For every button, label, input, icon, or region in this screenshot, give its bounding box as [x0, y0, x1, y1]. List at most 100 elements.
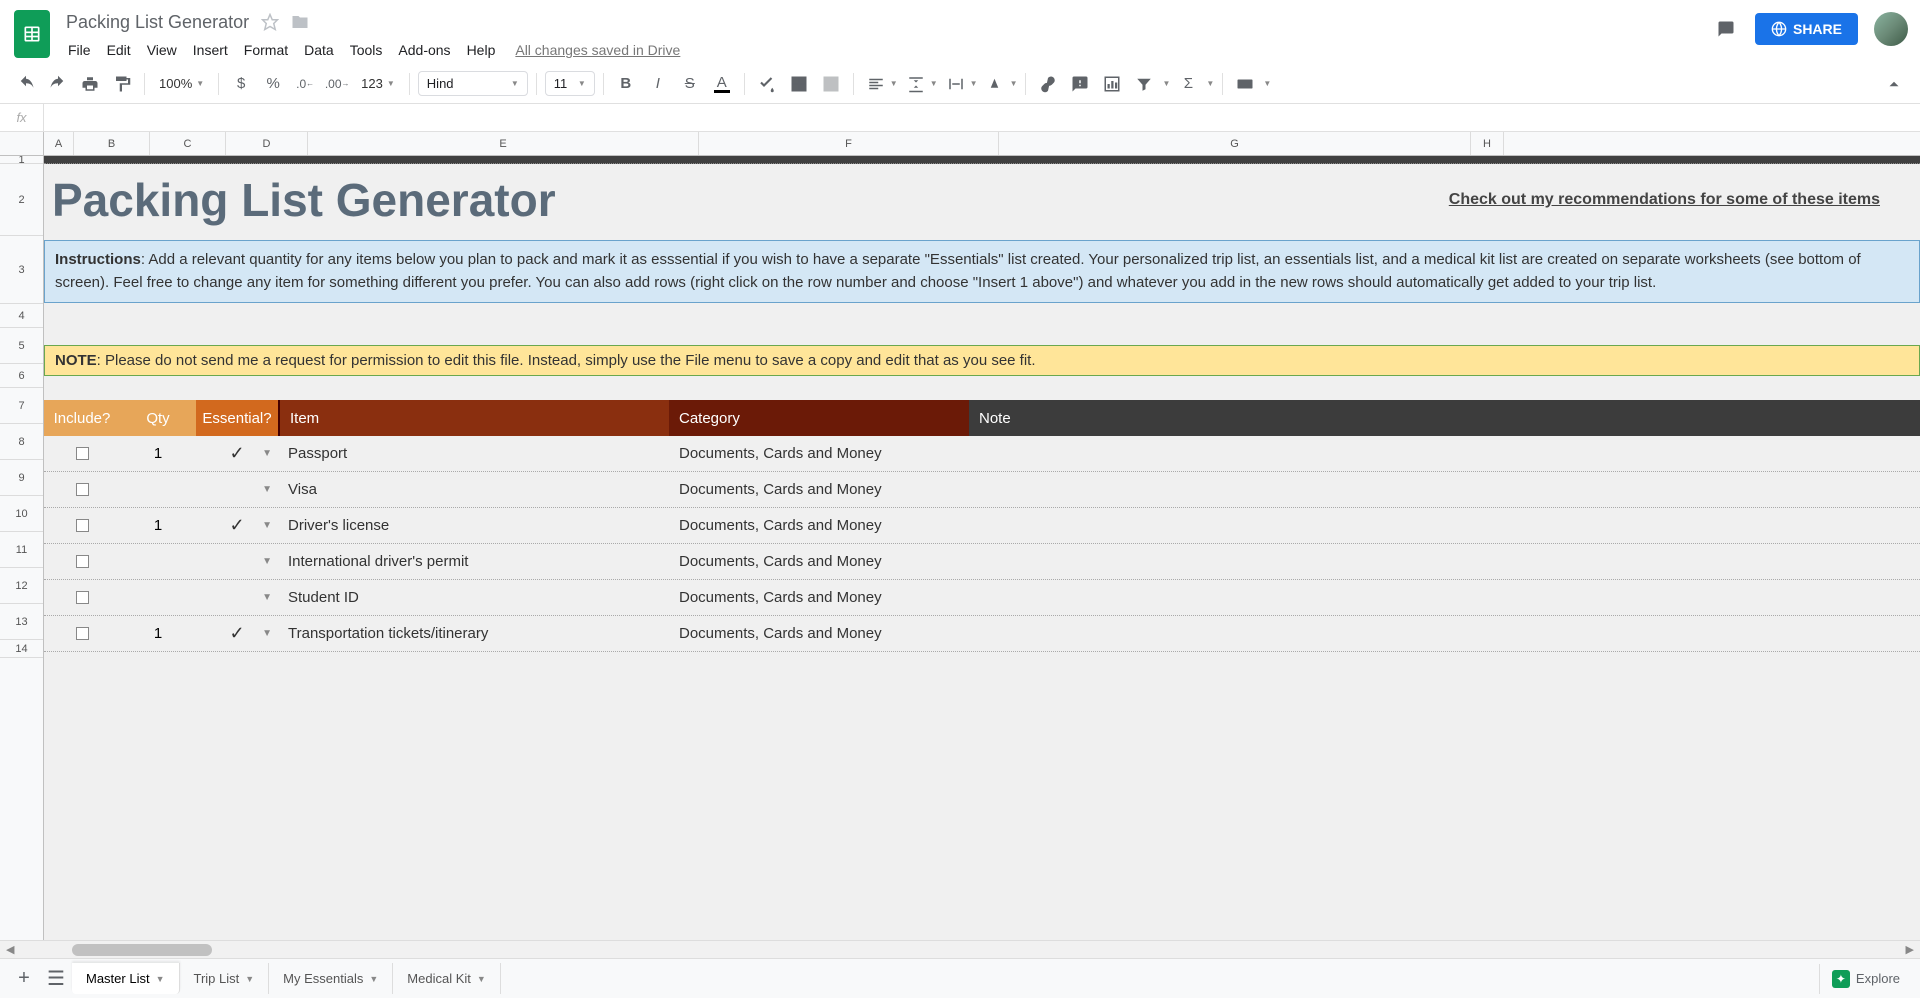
essential-cell[interactable]: ✓▼: [196, 443, 278, 464]
add-sheet-icon[interactable]: +: [8, 963, 40, 995]
dropdown-icon[interactable]: ▼: [262, 484, 272, 495]
tab-master-list[interactable]: Master List▼: [72, 963, 180, 994]
item-cell[interactable]: Transportation tickets/itinerary: [278, 625, 669, 642]
col-header-E[interactable]: E: [308, 132, 699, 155]
vertical-align-icon[interactable]: [902, 70, 930, 98]
comments-icon[interactable]: [1713, 16, 1739, 42]
save-status[interactable]: All changes saved in Drive: [515, 42, 680, 58]
scroll-right-icon[interactable]: ▶: [1900, 943, 1920, 956]
category-cell[interactable]: Documents, Cards and Money: [669, 625, 969, 642]
item-cell[interactable]: Visa: [278, 481, 669, 498]
row-header-1[interactable]: 1: [0, 156, 43, 164]
cells-viewport[interactable]: Packing List Generator Check out my reco…: [44, 156, 1920, 940]
zoom-select[interactable]: 100%▼: [153, 72, 210, 95]
insert-link-icon[interactable]: [1034, 70, 1062, 98]
row-header-8[interactable]: 8: [0, 424, 43, 460]
dropdown-icon[interactable]: ▼: [262, 556, 272, 567]
tab-trip-list[interactable]: Trip List▼: [180, 963, 270, 994]
text-rotation-icon[interactable]: [982, 70, 1010, 98]
checkbox-icon[interactable]: [76, 627, 89, 640]
currency-icon[interactable]: $: [227, 70, 255, 98]
col-header-B[interactable]: B: [74, 132, 150, 155]
italic-icon[interactable]: I: [644, 70, 672, 98]
checkbox-icon[interactable]: [76, 483, 89, 496]
item-cell[interactable]: Driver's license: [278, 517, 669, 534]
category-cell[interactable]: Documents, Cards and Money: [669, 517, 969, 534]
decrease-decimal-icon[interactable]: .0←: [291, 70, 319, 98]
row-header-14[interactable]: 14: [0, 640, 43, 658]
menu-addons[interactable]: Add-ons: [390, 38, 458, 62]
horizontal-align-icon[interactable]: [862, 70, 890, 98]
recommendations-link[interactable]: Check out my recommendations for some of…: [1449, 191, 1920, 209]
menu-view[interactable]: View: [139, 38, 185, 62]
row-header-3[interactable]: 3: [0, 236, 43, 304]
redo-icon[interactable]: [44, 70, 72, 98]
col-header-F[interactable]: F: [699, 132, 999, 155]
text-wrap-icon[interactable]: [942, 70, 970, 98]
qty-cell[interactable]: 1: [120, 625, 196, 642]
sheets-app-icon[interactable]: [12, 8, 52, 60]
include-cell[interactable]: [44, 519, 120, 532]
print-icon[interactable]: [76, 70, 104, 98]
row-header-7[interactable]: 7: [0, 388, 43, 424]
increase-decimal-icon[interactable]: .00→: [323, 70, 351, 98]
collapse-toolbar-icon[interactable]: [1880, 70, 1908, 98]
menu-help[interactable]: Help: [459, 38, 504, 62]
number-format-select[interactable]: 123▼: [355, 72, 401, 95]
row-header-6[interactable]: 6: [0, 364, 43, 388]
move-folder-icon[interactable]: [285, 9, 315, 35]
row-header-13[interactable]: 13: [0, 604, 43, 640]
functions-icon[interactable]: Σ: [1174, 70, 1202, 98]
col-header-A[interactable]: A: [44, 132, 74, 155]
menu-tools[interactable]: Tools: [342, 38, 391, 62]
qty-cell[interactable]: 1: [120, 445, 196, 462]
menu-data[interactable]: Data: [296, 38, 342, 62]
menu-format[interactable]: Format: [236, 38, 296, 62]
row-header-5[interactable]: 5: [0, 328, 43, 364]
tab-medical-kit[interactable]: Medical Kit▼: [393, 963, 501, 994]
dropdown-icon[interactable]: ▼: [262, 628, 272, 639]
strikethrough-icon[interactable]: S: [676, 70, 704, 98]
undo-icon[interactable]: [12, 70, 40, 98]
row-header-9[interactable]: 9: [0, 460, 43, 496]
filter-icon[interactable]: [1130, 70, 1158, 98]
insert-chart-icon[interactable]: [1098, 70, 1126, 98]
star-icon[interactable]: [255, 9, 285, 35]
row-header-4[interactable]: 4: [0, 304, 43, 328]
dropdown-icon[interactable]: ▼: [262, 592, 272, 603]
scroll-left-icon[interactable]: ◀: [0, 943, 20, 956]
row-header-11[interactable]: 11: [0, 532, 43, 568]
user-avatar[interactable]: [1874, 12, 1908, 46]
checkbox-icon[interactable]: [76, 447, 89, 460]
checkbox-icon[interactable]: [76, 591, 89, 604]
row-header-10[interactable]: 10: [0, 496, 43, 532]
category-cell[interactable]: Documents, Cards and Money: [669, 481, 969, 498]
font-size-select[interactable]: 11▼: [545, 71, 595, 96]
include-cell[interactable]: [44, 627, 120, 640]
text-color-icon[interactable]: A: [708, 70, 736, 98]
explore-button[interactable]: ✦ Explore: [1819, 964, 1912, 994]
item-cell[interactable]: Passport: [278, 445, 669, 462]
category-cell[interactable]: Documents, Cards and Money: [669, 553, 969, 570]
item-cell[interactable]: Student ID: [278, 589, 669, 606]
document-title[interactable]: Packing List Generator: [60, 10, 255, 35]
col-header-C[interactable]: C: [150, 132, 226, 155]
scroll-thumb[interactable]: [72, 944, 212, 956]
col-header-D[interactable]: D: [226, 132, 308, 155]
qty-cell[interactable]: 1: [120, 517, 196, 534]
menu-insert[interactable]: Insert: [185, 38, 236, 62]
row-header-2[interactable]: 2: [0, 164, 43, 236]
category-cell[interactable]: Documents, Cards and Money: [669, 589, 969, 606]
borders-icon[interactable]: [785, 70, 813, 98]
menu-file[interactable]: File: [60, 38, 99, 62]
all-sheets-icon[interactable]: ☰: [40, 963, 72, 995]
dropdown-icon[interactable]: ▼: [262, 448, 272, 459]
checkbox-icon[interactable]: [76, 555, 89, 568]
col-header-H[interactable]: H: [1471, 132, 1504, 155]
paint-format-icon[interactable]: [108, 70, 136, 98]
item-cell[interactable]: International driver's permit: [278, 553, 669, 570]
font-select[interactable]: Hind▼: [418, 71, 528, 96]
share-button[interactable]: SHARE: [1755, 13, 1858, 45]
essential-cell[interactable]: ✓▼: [196, 515, 278, 536]
horizontal-scrollbar[interactable]: ◀ ▶: [0, 940, 1920, 958]
